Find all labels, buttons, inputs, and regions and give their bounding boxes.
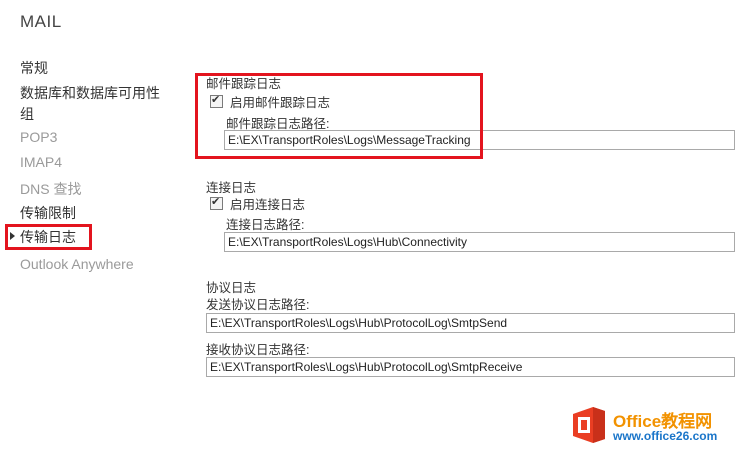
connectivity-enable-checkbox[interactable]: ✔ [210,196,223,210]
checkmark-icon: ✔ [211,196,221,208]
connectivity-enable-label: 启用连接日志 [230,198,306,212]
sidebar-item-transport-limits[interactable]: 传输限制 [20,203,76,223]
page-title: MAIL [20,12,62,31]
connectivity-path-label: 连接日志路径: [226,218,305,232]
watermark: Office教程网 www.office26.com [569,405,729,447]
protocol-send-input[interactable] [206,313,735,333]
sidebar-item-outlook-anywhere[interactable]: Outlook Anywhere [20,256,134,272]
protocol-receive-input[interactable] [206,357,735,377]
sidebar-item-imap4[interactable]: IMAP4 [20,154,62,170]
office-logo-icon [573,407,605,443]
connectivity-path-input[interactable] [224,232,735,252]
sidebar-item-databases-cont[interactable]: 组 [20,104,34,124]
protocol-send-label: 发送协议日志路径: [206,298,310,312]
connectivity-enable-row: ✔ 启用连接日志 [210,194,305,213]
watermark-url: www.office26.com [613,429,718,443]
highlight-box-message-tracking [195,73,483,159]
sidebar-item-dns-lookup[interactable]: DNS 查找 [20,179,81,199]
sidebar-item-databases[interactable]: 数据库和数据库可用性 [20,83,160,103]
sidebar-item-general[interactable]: 常规 [20,58,48,78]
sidebar-item-pop3[interactable]: POP3 [20,129,57,145]
protocol-receive-label: 接收协议日志路径: [206,343,310,357]
highlight-box-sidebar [5,224,92,250]
